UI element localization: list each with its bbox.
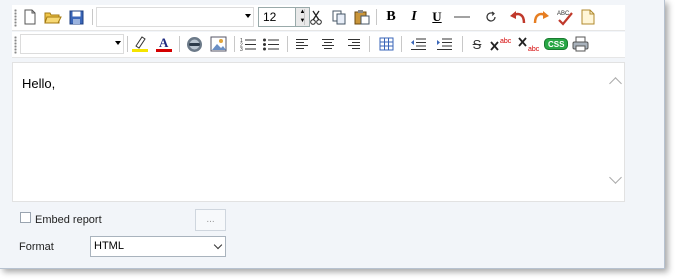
editor-toolbar-bottom: A 123 S abc abc CSS (12, 32, 625, 58)
toolbar-grip[interactable] (14, 36, 17, 54)
superscript-icon[interactable]: abc (489, 34, 513, 54)
svg-text:abc: abc (500, 38, 512, 45)
paste-icon[interactable] (352, 7, 372, 27)
chevron-down-icon (213, 240, 223, 250)
font-family-dropdown[interactable] (96, 7, 254, 27)
toolbar-grip[interactable] (14, 9, 17, 27)
save-disk-icon[interactable] (66, 7, 86, 27)
align-center-icon[interactable] (318, 34, 338, 54)
refresh-icon[interactable] (481, 7, 501, 27)
bold-button[interactable]: B (381, 7, 401, 27)
subscript-icon[interactable]: abc (517, 34, 541, 54)
underline-button[interactable]: U (427, 7, 447, 27)
cut-icon[interactable] (306, 7, 326, 27)
email-editor-panel: 12 ▲ ▼ B I U ABC A 1 2 3 S abc abc CSS H… (0, 0, 665, 269)
image-icon[interactable] (208, 34, 228, 54)
message-body-editor[interactable]: Hello, (12, 62, 625, 202)
highlight-pen-icon[interactable] (130, 34, 150, 54)
numbered-list-icon[interactable]: 123 (238, 34, 258, 54)
bulleted-list-icon[interactable] (261, 34, 281, 54)
editor-toolbar-top: 12 ▲ ▼ B I U ABC (12, 5, 625, 31)
embed-report-label: Embed report (35, 214, 102, 226)
new-document-icon[interactable] (20, 7, 40, 27)
svg-text:abc: abc (528, 46, 540, 52)
format-label: Format (19, 241, 54, 253)
editor-scrollbar[interactable] (608, 63, 624, 201)
message-body-text: Hello, (22, 76, 56, 91)
browse-ellipsis-button[interactable]: ... (195, 209, 226, 231)
undo-icon[interactable] (507, 7, 527, 27)
spellcheck-icon[interactable]: ABC (555, 7, 575, 27)
font-size-stepper[interactable]: 12 ▲ ▼ (258, 7, 310, 27)
svg-text:3: 3 (240, 47, 243, 51)
format-select[interactable]: HTML (90, 236, 226, 257)
paragraph-style-dropdown[interactable] (20, 34, 124, 54)
font-size-value: 12 (263, 10, 277, 24)
italic-button[interactable]: I (404, 7, 424, 27)
print-icon[interactable] (570, 34, 590, 54)
horizontal-rule-icon[interactable] (452, 7, 472, 27)
open-folder-icon[interactable] (43, 7, 63, 27)
scroll-up-icon[interactable] (609, 77, 622, 90)
svg-text:A: A (159, 35, 169, 50)
svg-text:CSS: CSS (548, 40, 565, 49)
link-icon[interactable] (184, 34, 204, 54)
copy-icon[interactable] (329, 7, 349, 27)
align-left-icon[interactable] (292, 34, 312, 54)
embed-report-checkbox[interactable] (20, 212, 31, 223)
font-color-icon[interactable]: A (154, 34, 174, 54)
css-icon[interactable]: CSS (544, 34, 568, 54)
scroll-down-icon[interactable] (609, 171, 622, 184)
redo-icon[interactable] (531, 7, 551, 27)
outdent-icon[interactable] (408, 34, 428, 54)
strikethrough-button[interactable]: S (467, 34, 487, 54)
indent-icon[interactable] (434, 34, 454, 54)
table-icon[interactable] (376, 34, 396, 54)
page-icon[interactable] (578, 7, 598, 27)
align-right-icon[interactable] (344, 34, 364, 54)
format-select-value: HTML (94, 240, 124, 252)
